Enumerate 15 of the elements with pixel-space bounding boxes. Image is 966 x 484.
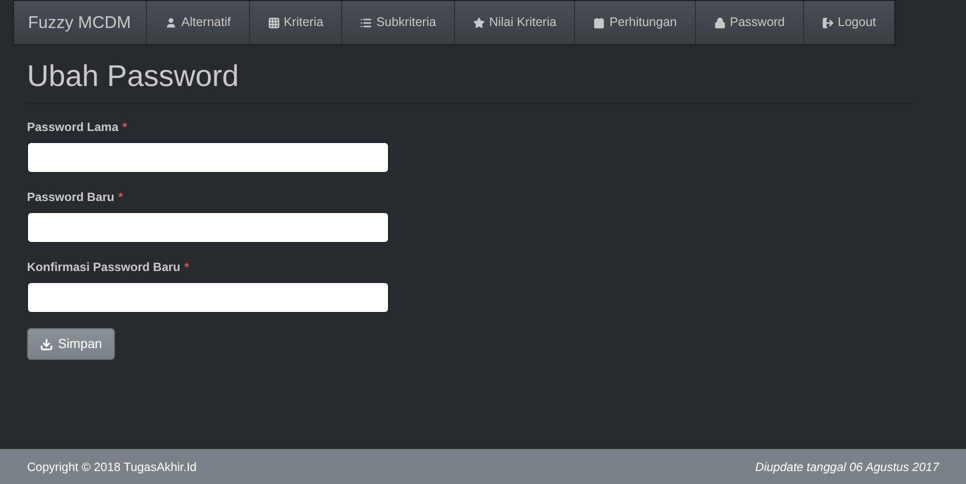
nav-link[interactable]: Kriteria: [250, 1, 342, 44]
nav-link[interactable]: Perhitungan: [575, 1, 696, 44]
field-label: Password Lama *: [27, 119, 128, 136]
nav-link[interactable]: Password: [696, 1, 804, 44]
copyright-text: Copyright © 2018 TugasAkhir.Id: [27, 458, 197, 476]
nav-link[interactable]: Nilai Kriteria: [455, 1, 576, 44]
field-label: Konfirmasi Password Baru *: [27, 259, 190, 276]
save-button[interactable]: Simpan: [27, 328, 115, 360]
nav-link[interactable]: Subkriteria: [342, 1, 456, 44]
nav-link[interactable]: Logout: [804, 1, 895, 44]
nav-link[interactable]: Alternatif: [147, 1, 250, 44]
field-label: Password Baru *: [27, 189, 124, 206]
page-title: Ubah Password: [27, 59, 240, 95]
update-date-text: Diupdate tanggal 06 Agustus 2017: [755, 458, 939, 476]
brand-link[interactable]: Fuzzy MCDM: [14, 1, 148, 44]
